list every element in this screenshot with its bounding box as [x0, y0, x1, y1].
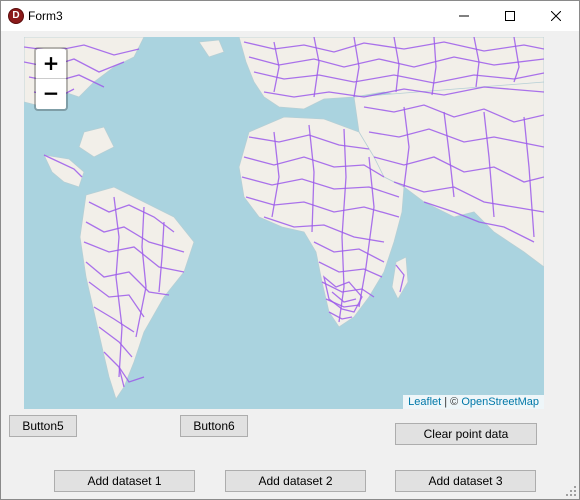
- add-dataset-2-button[interactable]: Add dataset 2: [225, 470, 366, 492]
- clear-point-data-button[interactable]: Clear point data: [395, 423, 537, 445]
- close-icon: [551, 11, 561, 21]
- resize-grip-icon[interactable]: [566, 486, 576, 496]
- title-bar[interactable]: D Form3: [1, 1, 579, 31]
- maximize-icon: [505, 11, 515, 21]
- window-title: Form3: [28, 9, 63, 23]
- land-layer: [24, 37, 544, 400]
- map-attribution: Leaflet | © OpenStreetMap: [403, 395, 544, 409]
- add-dataset-3-button[interactable]: Add dataset 3: [395, 470, 536, 492]
- openstreetmap-link[interactable]: OpenStreetMap: [461, 396, 539, 408]
- map-view[interactable]: + − Leaflet | © OpenStreetMap: [24, 37, 544, 409]
- button6[interactable]: Button6: [180, 415, 248, 437]
- app-icon: D: [8, 8, 24, 24]
- close-button[interactable]: [533, 1, 579, 31]
- app-window: D Form3 + − Leaflet | © OpenStreetMap Bu…: [0, 0, 580, 500]
- maximize-button[interactable]: [487, 1, 533, 31]
- button5[interactable]: Button5: [9, 415, 77, 437]
- add-dataset-1-button[interactable]: Add dataset 1: [54, 470, 195, 492]
- zoom-control: + −: [34, 47, 68, 111]
- minimize-icon: [459, 15, 469, 17]
- world-map-tiles: [24, 37, 544, 400]
- leaflet-link[interactable]: Leaflet: [408, 396, 441, 408]
- zoom-in-button[interactable]: +: [36, 49, 66, 79]
- attribution-separator: | ©: [441, 396, 462, 408]
- zoom-out-button[interactable]: −: [36, 79, 66, 108]
- minimize-button[interactable]: [441, 1, 487, 31]
